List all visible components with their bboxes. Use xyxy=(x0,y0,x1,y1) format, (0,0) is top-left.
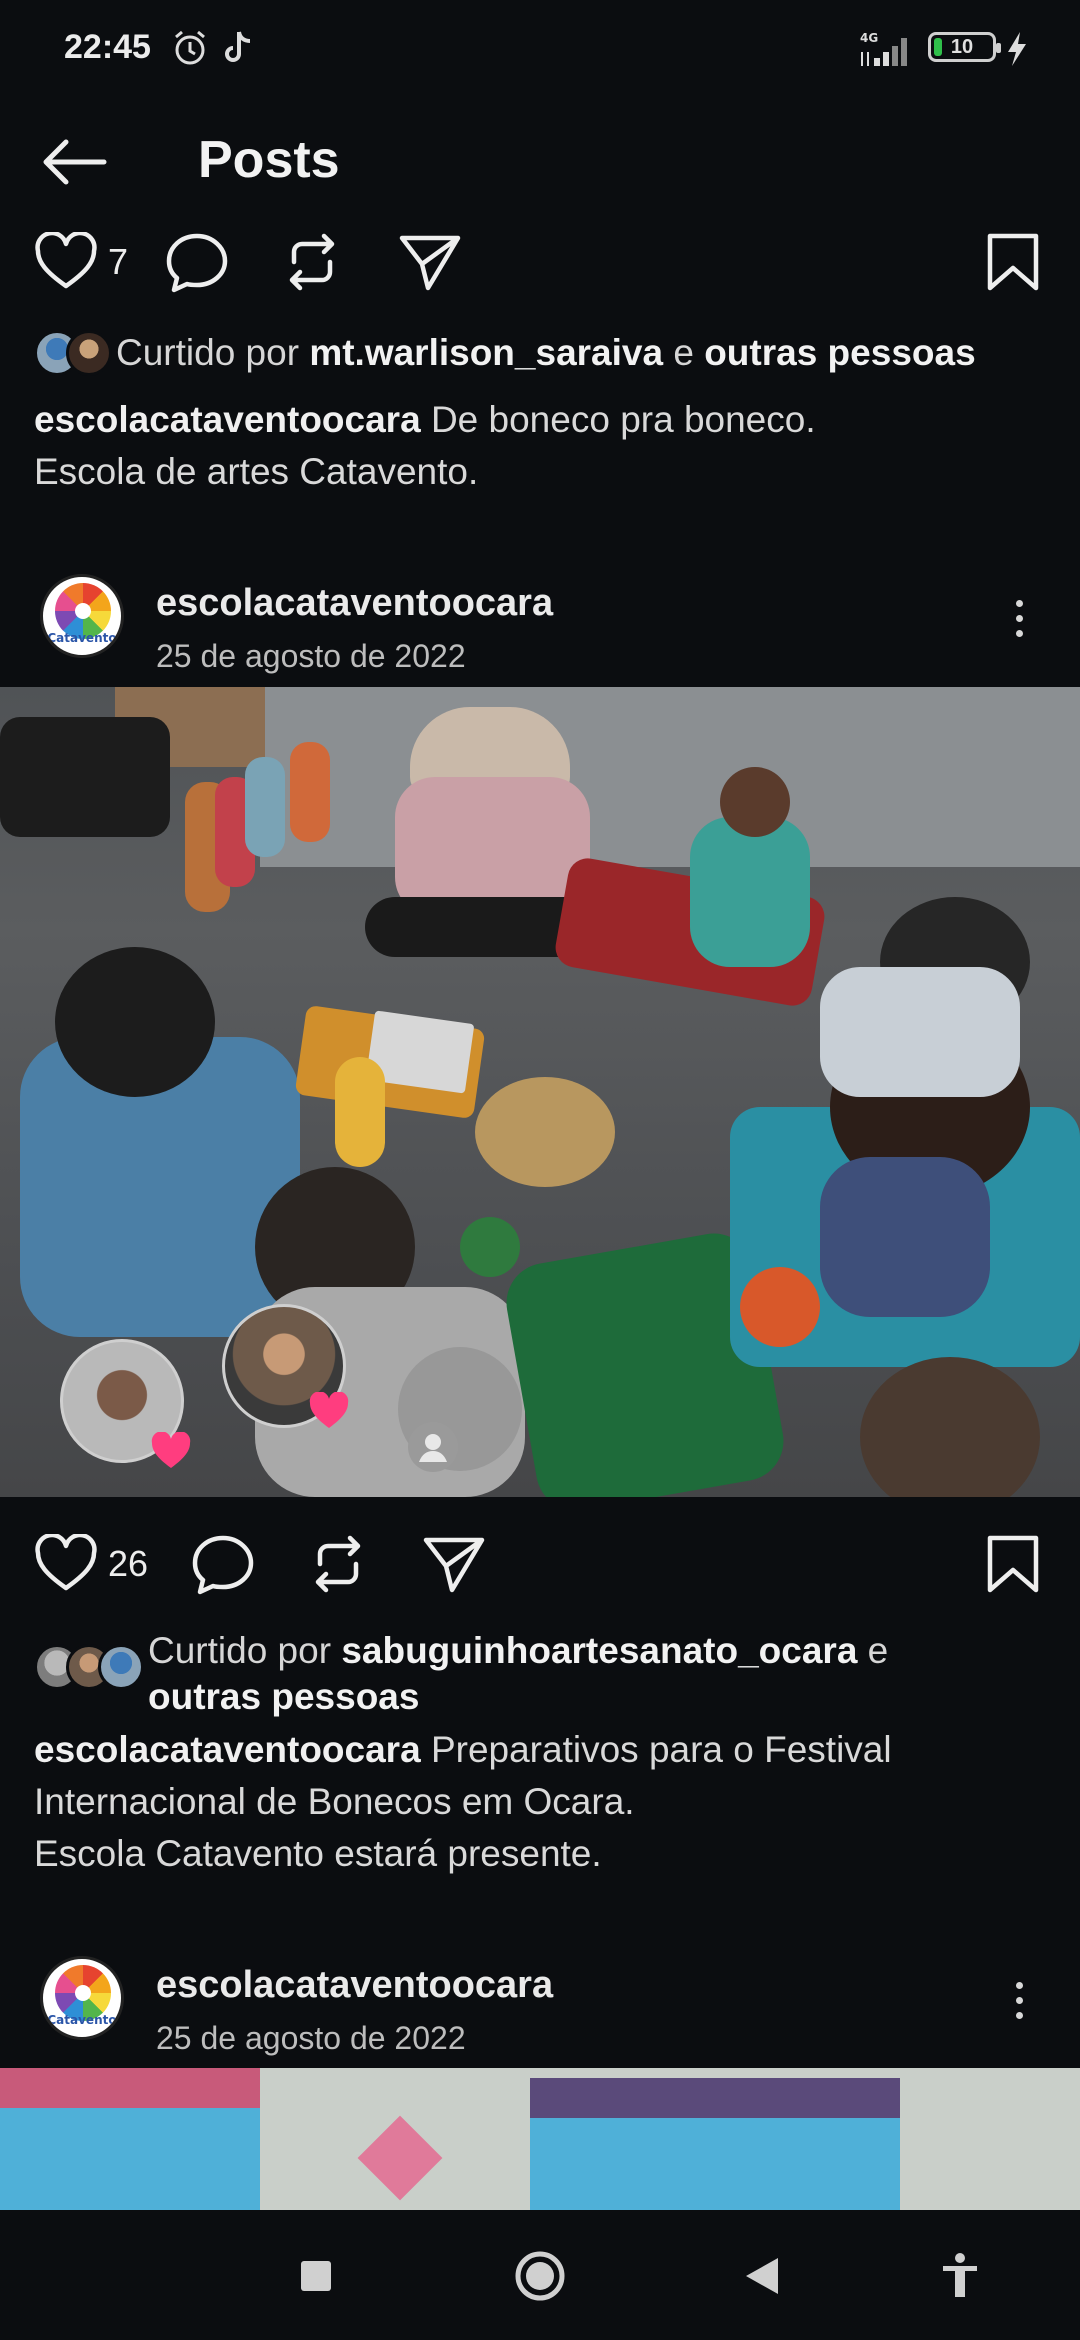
comment-button[interactable] xyxy=(164,232,230,294)
liked-by-user-link[interactable]: sabuguinhoartesanato_ocara xyxy=(341,1630,857,1671)
recents-square-icon xyxy=(301,2261,331,2291)
save-button[interactable] xyxy=(986,1534,1040,1594)
home-button[interactable] xyxy=(514,2250,566,2307)
like-count: 7 xyxy=(108,241,129,282)
heart-icon xyxy=(35,232,97,289)
heart-reaction-icon xyxy=(150,1431,192,1470)
accessibility-button[interactable] xyxy=(940,2252,980,2303)
repost-icon xyxy=(315,1535,361,1593)
liked-by-mid: e xyxy=(857,1630,889,1671)
post-photo[interactable] xyxy=(0,687,1080,1497)
post-caption: escolacataventoocara Preparativos para o… xyxy=(34,1724,1044,1880)
alarm-icon xyxy=(170,28,210,73)
repost-icon xyxy=(289,233,335,291)
post-actions: 26 xyxy=(0,1520,1080,1610)
caption-username[interactable]: escolacataventoocara xyxy=(34,1729,421,1770)
accessibility-icon xyxy=(943,2253,977,2297)
repost-button[interactable] xyxy=(310,1534,366,1594)
battery-icon: 10 xyxy=(928,32,1001,62)
comment-button[interactable] xyxy=(190,1534,256,1596)
status-time: 22:45 xyxy=(64,28,151,66)
logo-text: Catavento xyxy=(47,2013,117,2027)
send-icon xyxy=(399,235,461,291)
post-actions-previous: 7 xyxy=(0,218,1080,308)
liked-by-prefix: Curtido por xyxy=(148,1630,342,1671)
liked-by-prefix: Curtido por xyxy=(116,332,310,373)
network-type: 4G xyxy=(860,31,878,45)
post-photo-next[interactable] xyxy=(0,2068,1080,2210)
caption-username[interactable]: escolacataventoocara xyxy=(34,399,421,440)
comment-bubble-icon xyxy=(166,233,228,293)
avatar[interactable] xyxy=(66,330,112,376)
post-username[interactable]: escolacataventoocara xyxy=(156,1964,553,2007)
liked-by-line: Curtido por mt.warlison_saraiva e outras… xyxy=(34,330,976,376)
back-nav-button[interactable] xyxy=(744,2256,780,2301)
post-date: 25 de agosto de 2022 xyxy=(156,638,466,674)
like-count: 26 xyxy=(108,1543,149,1584)
liked-by-line: Curtido por sabuguinhoartesanato_ocara e… xyxy=(34,1628,1008,1720)
liked-by-user-link[interactable]: mt.warlison_saraiva xyxy=(309,332,663,373)
caption-text: De boneco pra boneco. xyxy=(420,399,816,440)
logo-text: Catavento xyxy=(47,631,117,645)
bookmark-icon xyxy=(987,1535,1039,1593)
back-triangle-icon xyxy=(746,2258,778,2294)
comment-bubble-icon xyxy=(192,1535,254,1595)
more-options-button[interactable] xyxy=(1004,600,1034,650)
save-button[interactable] xyxy=(986,232,1040,292)
more-vertical-icon xyxy=(1004,1982,1034,2019)
liked-by-others-link[interactable]: outras pessoas xyxy=(704,332,975,373)
liked-by-mid: e xyxy=(663,332,705,373)
more-vertical-icon xyxy=(1004,600,1034,637)
repost-button[interactable] xyxy=(284,232,340,292)
system-nav-bar xyxy=(0,2210,1080,2340)
avatar[interactable] xyxy=(98,1644,144,1690)
bookmark-icon xyxy=(987,233,1039,291)
like-button[interactable]: 7 xyxy=(34,232,128,292)
recents-button[interactable] xyxy=(300,2260,332,2297)
liked-by-others-link[interactable]: outras pessoas xyxy=(148,1676,419,1717)
header: Posts xyxy=(0,110,1080,210)
home-circle-icon xyxy=(515,2251,565,2301)
arrow-left-icon xyxy=(43,139,107,185)
post-header: Catavento escolacataventoocara 25 de ago… xyxy=(0,560,1080,680)
liker-avatars xyxy=(34,330,112,376)
like-button[interactable]: 26 xyxy=(34,1534,148,1594)
share-button[interactable] xyxy=(422,1534,486,1594)
share-button[interactable] xyxy=(398,232,462,292)
liker-avatars xyxy=(34,1644,144,1690)
profile-avatar[interactable]: Catavento xyxy=(40,574,124,658)
caption-line-2: Escola de artes Catavento. xyxy=(34,451,479,492)
page-title: Posts xyxy=(198,131,340,189)
screen: 22:45 4G 10 Posts 7 Curtido por mt.warli… xyxy=(0,0,1080,2340)
charging-bolt-icon xyxy=(1004,30,1030,73)
profile-avatar[interactable]: Catavento xyxy=(40,1956,124,2040)
post-caption: escolacataventoocara De boneco pra bonec… xyxy=(34,394,1044,498)
heart-reaction-icon xyxy=(308,1391,350,1430)
more-options-button[interactable] xyxy=(1004,1982,1034,2032)
post-date: 25 de agosto de 2022 xyxy=(156,2020,466,2056)
post-header-next: Catavento escolacataventoocara 25 de ago… xyxy=(0,1942,1080,2062)
back-button[interactable] xyxy=(38,132,118,192)
user-placeholder-icon xyxy=(408,1422,458,1472)
caption-line-2: Escola Catavento estará presente. xyxy=(34,1833,602,1874)
tiktok-icon xyxy=(222,28,256,73)
signal-icon: 4G xyxy=(858,30,918,75)
status-bar: 22:45 4G 10 xyxy=(0,0,1080,100)
heart-icon xyxy=(35,1534,97,1591)
battery-level: 10 xyxy=(950,36,974,58)
send-icon xyxy=(423,1537,485,1593)
post-username[interactable]: escolacataventoocara xyxy=(156,582,553,625)
